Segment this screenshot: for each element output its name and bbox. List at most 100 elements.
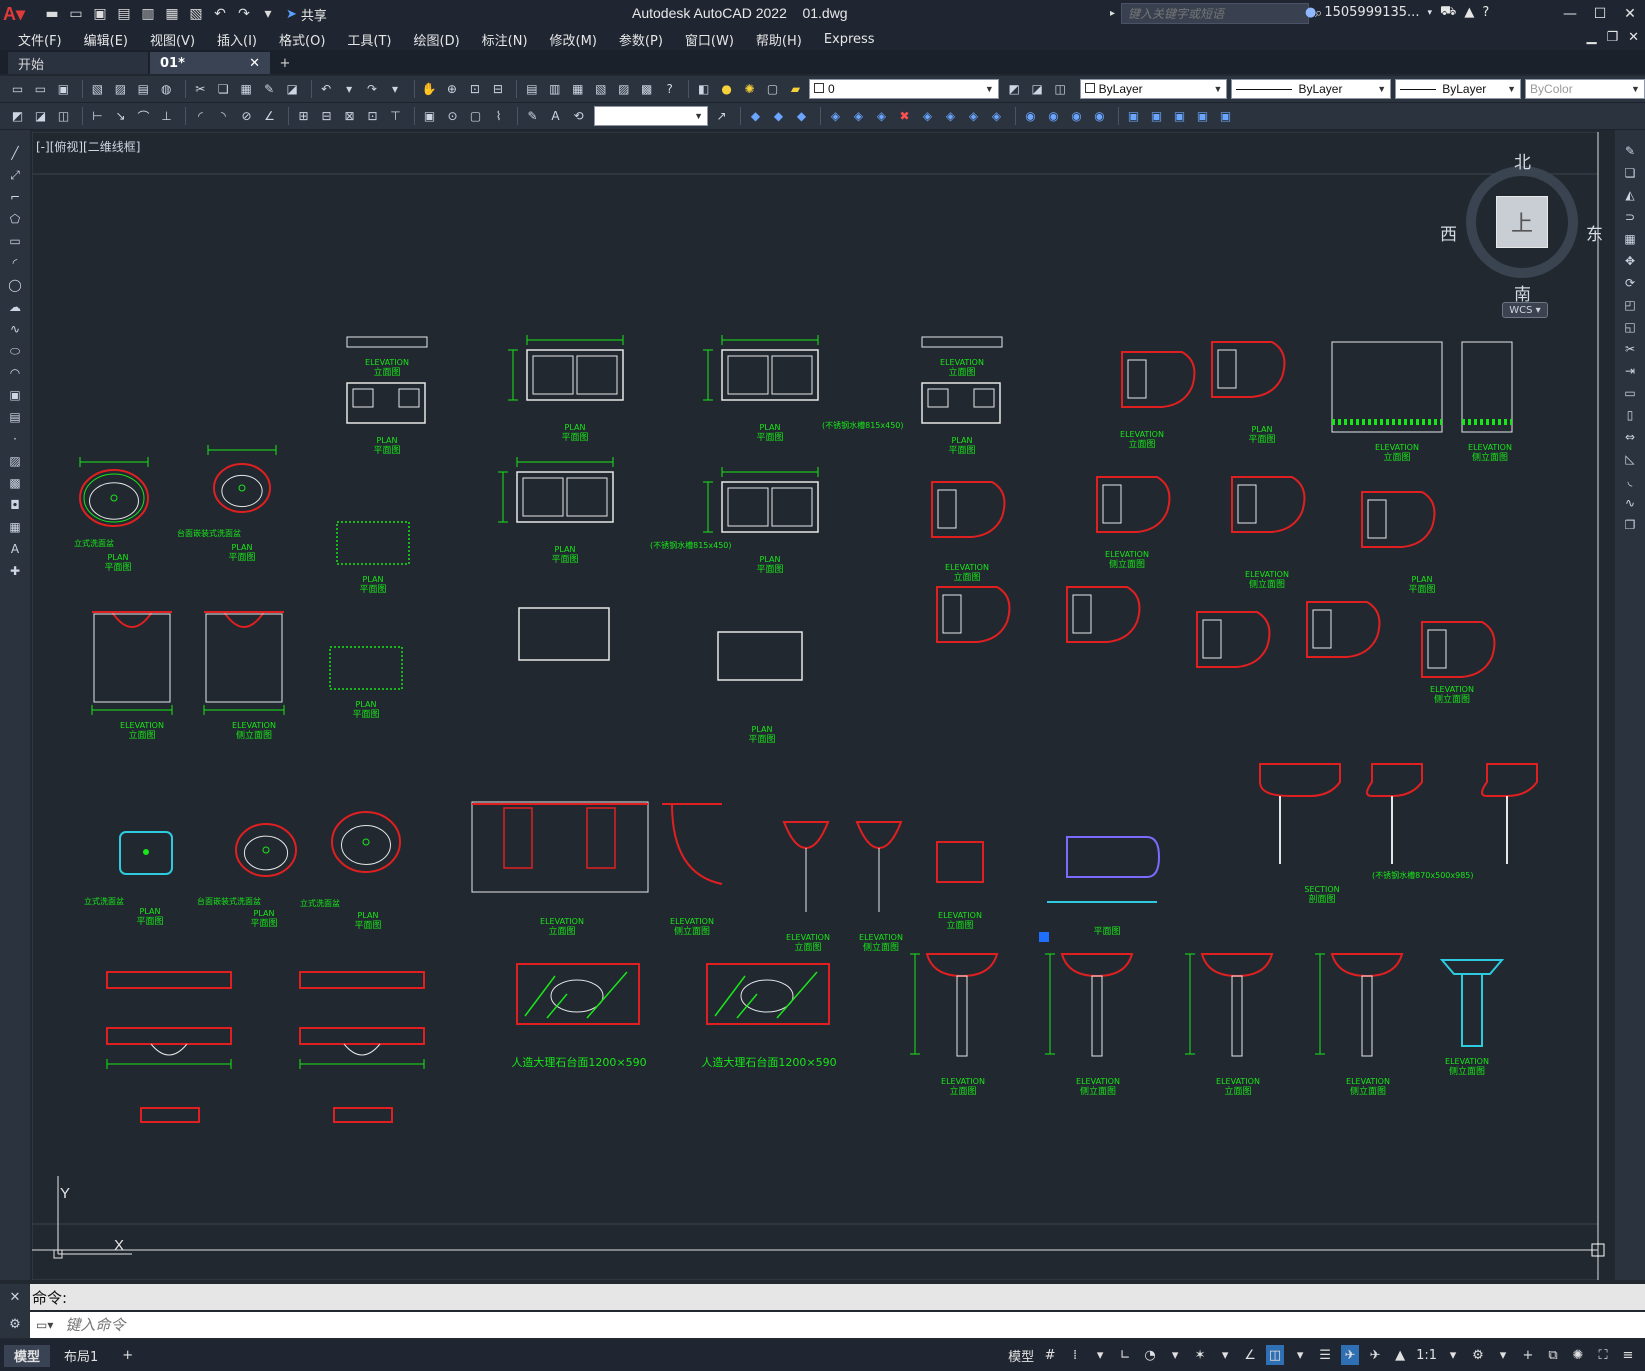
clean-screen-icon[interactable]: ⛶: [1594, 1345, 1612, 1365]
match-properties-icon[interactable]: ✎: [260, 80, 279, 99]
tab-close-icon[interactable]: ✕: [249, 56, 260, 71]
spline-icon[interactable]: ∿: [6, 320, 24, 338]
wcs-menu-button[interactable]: WCS ▾: [1502, 302, 1548, 318]
open-web-icon[interactable]: ▥: [138, 4, 158, 24]
dim-style-select[interactable]: ▼: [594, 106, 708, 126]
gradient-icon[interactable]: ▩: [6, 474, 24, 492]
new-tab-button[interactable]: +: [272, 52, 298, 74]
tab-start[interactable]: 开始: [8, 52, 148, 74]
menu-insert[interactable]: 插入(I): [217, 30, 257, 49]
revision-cloud-icon[interactable]: ☁: [6, 298, 24, 316]
zoom-realtime-icon[interactable]: ⊕: [442, 80, 461, 99]
attribute-icon[interactable]: ▣: [1193, 107, 1212, 126]
rectangle-icon[interactable]: ▭: [6, 232, 24, 250]
line-icon[interactable]: ╱: [6, 144, 24, 162]
cut-icon[interactable]: ✂: [191, 80, 210, 99]
save-icon[interactable]: ▣: [54, 80, 73, 99]
command-input[interactable]: [59, 1313, 1645, 1337]
annotation-scale-value[interactable]: 1:1: [1416, 1348, 1437, 1363]
user-name[interactable]: 1505999135...: [1324, 5, 1419, 20]
quick-dimension-icon[interactable]: ◩: [8, 107, 27, 126]
workspace-gear-icon[interactable]: ⚙: [1469, 1345, 1487, 1365]
redo-dropdown-icon[interactable]: ▾: [386, 80, 405, 99]
doc-restore-icon[interactable]: ❐: [1606, 30, 1618, 45]
plotstyle-select[interactable]: ByColor ▼: [1525, 79, 1645, 99]
autodesk-app-icon[interactable]: ▲: [1464, 5, 1474, 20]
cart-icon[interactable]: ⛟: [1440, 4, 1456, 21]
create-block-icon[interactable]: ▣: [1147, 107, 1166, 126]
menu-view[interactable]: 视图(V): [150, 30, 195, 49]
erase-icon[interactable]: ✎: [1621, 142, 1639, 160]
publish-icon[interactable]: ▤: [134, 80, 153, 99]
calculator-icon[interactable]: ▩: [637, 80, 656, 99]
app-menu-button[interactable]: A▾: [0, 0, 28, 28]
freeze-viewport-icon[interactable]: ▢: [763, 80, 782, 99]
scale-object-icon[interactable]: ◈: [964, 107, 983, 126]
polygon-icon[interactable]: ⬠: [6, 210, 24, 228]
help-icon[interactable]: ?: [660, 80, 679, 99]
break-icon[interactable]: ▯: [1621, 406, 1639, 424]
minimize-icon[interactable]: —: [1555, 0, 1585, 28]
group-select-icon[interactable]: ◉: [1090, 107, 1109, 126]
continue-dim-icon[interactable]: ⊠: [340, 107, 359, 126]
insert-block-icon[interactable]: ▣: [6, 386, 24, 404]
save-as-icon[interactable]: ▤: [114, 4, 134, 24]
make-block-icon[interactable]: ▤: [6, 408, 24, 426]
object-tracking-icon[interactable]: ∠: [1241, 1345, 1259, 1365]
move-object-icon[interactable]: ◈: [918, 107, 937, 126]
blend-curves-icon[interactable]: ∿: [1621, 494, 1639, 512]
radius-dim-icon[interactable]: ◜: [191, 107, 210, 126]
ellipse-arc-icon[interactable]: ◠: [6, 364, 24, 382]
doc-close-icon[interactable]: ✕: [1628, 30, 1639, 45]
write-block-icon[interactable]: ▣: [1170, 107, 1189, 126]
menu-help[interactable]: 帮助(H): [756, 30, 802, 49]
undo-dropdown-icon[interactable]: ▾: [340, 80, 359, 99]
command-prompt-icon[interactable]: ▭▾: [30, 1318, 59, 1332]
hatch-icon[interactable]: ▨: [6, 452, 24, 470]
mirror-icon[interactable]: ◭: [1621, 186, 1639, 204]
angular-dim-icon[interactable]: ∠: [260, 107, 279, 126]
auto-scale-icon[interactable]: ✈: [1366, 1345, 1384, 1365]
paste-icon[interactable]: ▦: [237, 80, 256, 99]
lineweight-select[interactable]: ByLayer ▼: [1395, 79, 1522, 99]
save-icon[interactable]: ▣: [90, 4, 110, 24]
offset-icon[interactable]: ⊃: [1621, 208, 1639, 226]
redo-icon[interactable]: ↷: [234, 4, 254, 24]
tool-palettes-icon[interactable]: ▦: [568, 80, 587, 99]
ortho-icon[interactable]: ∟: [1116, 1345, 1134, 1365]
block-editor-icon[interactable]: ◪: [283, 80, 302, 99]
properties-icon[interactable]: ▤: [522, 80, 541, 99]
lock-icon[interactable]: ▰: [786, 80, 805, 99]
chamfer-icon[interactable]: ◺: [1621, 450, 1639, 468]
expand-arrow-icon[interactable]: ▸: [1110, 8, 1115, 19]
explode-icon[interactable]: ❐: [1621, 516, 1639, 534]
markup-icon[interactable]: ▨: [614, 80, 633, 99]
sheet-set-icon[interactable]: ▧: [591, 80, 610, 99]
3d-print-icon[interactable]: ◍: [157, 80, 176, 99]
compass-west-label[interactable]: 西: [1440, 220, 1457, 245]
offset-object-icon[interactable]: ◈: [872, 107, 891, 126]
tolerance-icon[interactable]: ▣: [420, 107, 439, 126]
compass-east-label[interactable]: 东: [1586, 220, 1603, 245]
undo-icon[interactable]: ↶: [210, 4, 230, 24]
new-icon[interactable]: ▭: [8, 80, 27, 99]
jogged-dim-icon[interactable]: ◝: [214, 107, 233, 126]
redo-icon[interactable]: ↷: [363, 80, 382, 99]
model-space-toggle[interactable]: 模型: [1008, 1346, 1034, 1365]
new-file-icon[interactable]: ▬: [42, 4, 62, 24]
linear-dim-icon[interactable]: ⊢: [88, 107, 107, 126]
stretch-icon[interactable]: ◱: [1621, 318, 1639, 336]
dim-edit-icon[interactable]: ✎: [523, 107, 542, 126]
menu-modify[interactable]: 修改(M): [550, 30, 597, 49]
plot-preview-icon[interactable]: ▨: [111, 80, 130, 99]
ellipse-icon[interactable]: ⬭: [6, 342, 24, 360]
layer-properties-icon[interactable]: ◧: [694, 80, 713, 99]
polar-icon[interactable]: ◔: [1141, 1345, 1159, 1365]
menu-window[interactable]: 窗口(W): [685, 30, 734, 49]
add-layout-button[interactable]: +: [112, 1345, 143, 1367]
move-icon[interactable]: ✥: [1621, 252, 1639, 270]
menu-format[interactable]: 格式(O): [279, 30, 325, 49]
compass-north-label[interactable]: 北: [1514, 148, 1531, 173]
baseline-dim-icon[interactable]: ⊟: [317, 107, 336, 126]
aligned-dim-icon[interactable]: ↘: [111, 107, 130, 126]
